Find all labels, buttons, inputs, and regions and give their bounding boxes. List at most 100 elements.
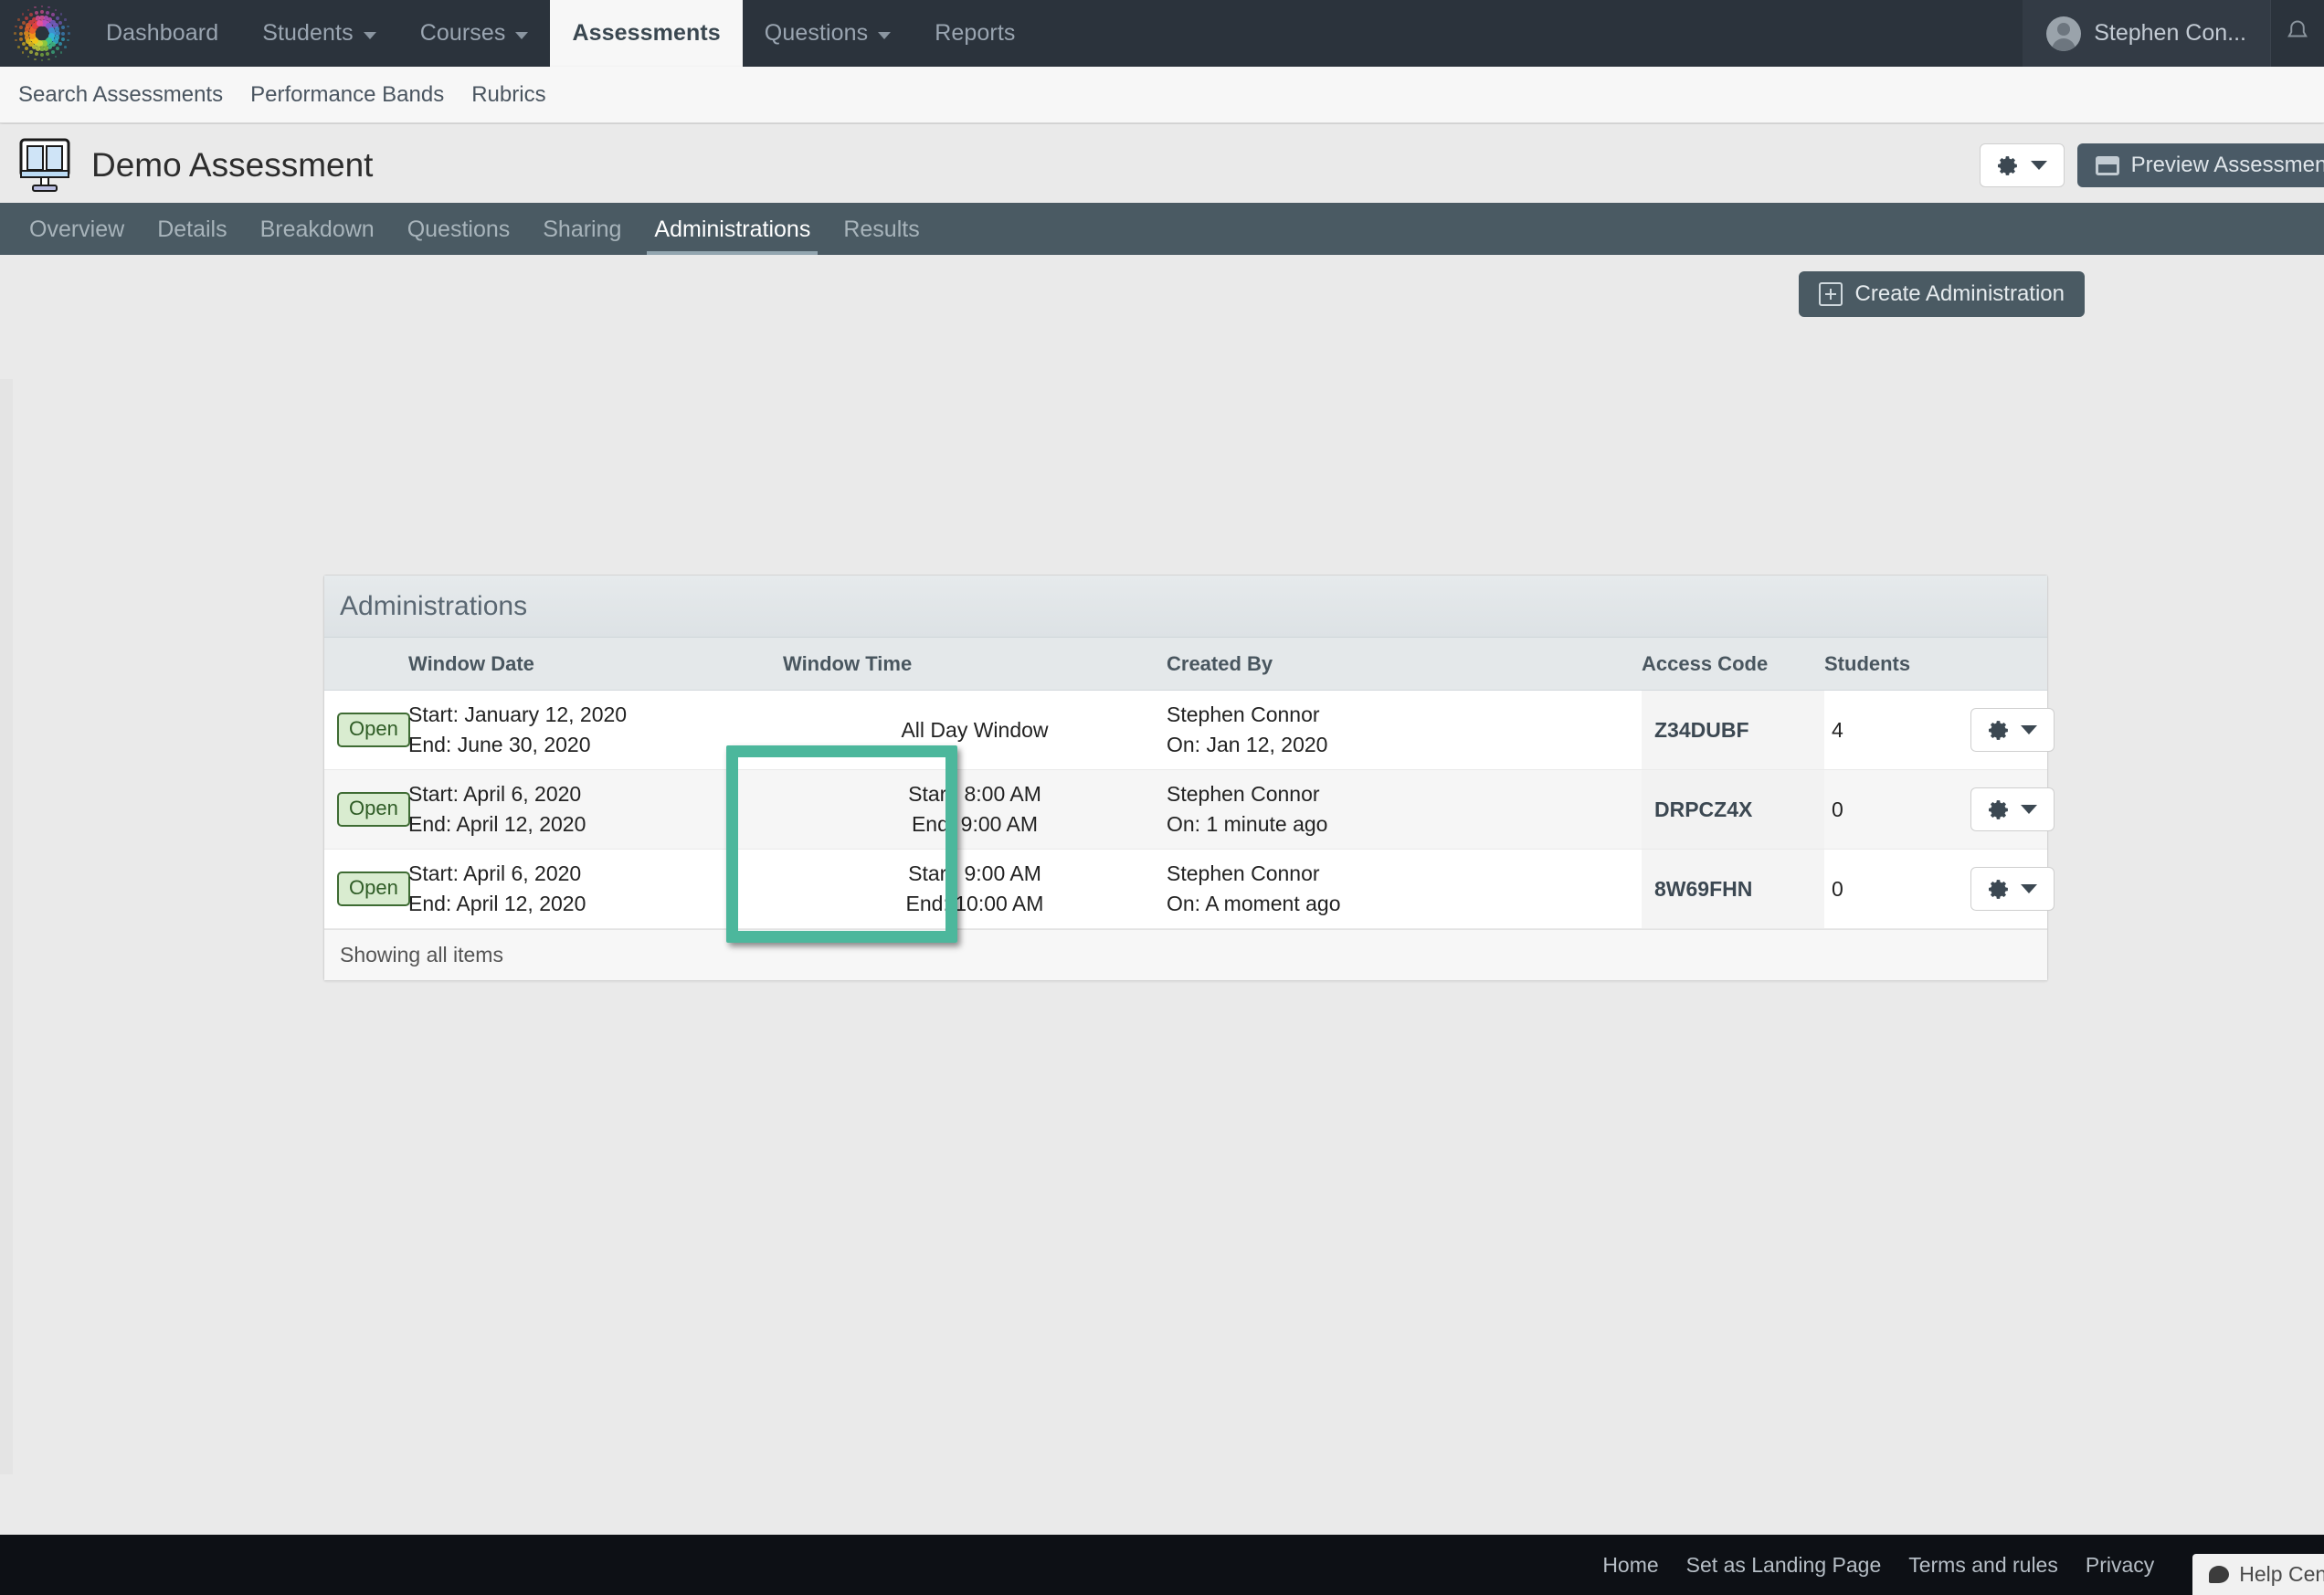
chevron-down-icon [363, 31, 376, 39]
table-header-row: Window Date Window Time Created By Acces… [324, 638, 2047, 691]
table-body: Open Start: January 12, 2020 End: June 30,… [324, 690, 2055, 929]
create-administration-button[interactable]: Create Administration [1798, 271, 2085, 317]
created-by-name: Stephen Connor [1167, 702, 1320, 727]
window-time-start: Start: 8:00 AM [908, 782, 1041, 807]
nav-item-label: Assessments [572, 20, 721, 46]
nav-item-label: Courses [419, 20, 506, 46]
window-date-start: Start: April 6, 2020 [408, 782, 582, 807]
column-created-by[interactable]: Created By [1167, 638, 1642, 691]
nav-item-courses[interactable]: Courses [398, 0, 551, 67]
table-header: Window Date Window Time Created By Acces… [324, 638, 2047, 691]
help-center-button[interactable]: Help Center [2192, 1554, 2324, 1595]
create-administration-label: Create Administration [1854, 281, 2065, 306]
cell-access-code: DRPCZ4X [1642, 769, 1824, 850]
table-row[interactable]: Open Start: April 6, 2020 End: April 12, 2… [324, 849, 2055, 929]
created-by-on: On: Jan 12, 2020 [1167, 733, 1328, 756]
administrations-table: Window Date Window Time Created By Acces… [324, 638, 2055, 929]
chevron-down-icon [2021, 805, 2037, 814]
created-by-on: On: A moment ago [1167, 892, 1341, 915]
gear-icon [1989, 879, 2008, 899]
chevron-down-icon [2021, 725, 2037, 734]
cell-created-by: Stephen Connor On: A moment ago [1167, 849, 1642, 929]
avatar [2046, 16, 2082, 51]
footer-link-privacy[interactable]: Privacy [2086, 1553, 2154, 1578]
chevron-down-icon [2030, 161, 2047, 170]
window-date-start: Start: April 6, 2020 [408, 861, 582, 886]
footer-link-terms-and-rules[interactable]: Terms and rules [1908, 1553, 2058, 1578]
brand-logo-link[interactable] [0, 0, 84, 67]
table-row[interactable]: Open Start: April 6, 2020 End: April 12, 2… [324, 769, 2055, 850]
preview-assessment-label: Preview Assessment [2130, 153, 2324, 177]
cell-created-by: Stephen Connor On: 1 minute ago [1167, 769, 1642, 850]
nav-item-students[interactable]: Students [240, 0, 397, 67]
chat-bubble-icon [2209, 1566, 2230, 1583]
subnav-item-rubrics[interactable]: Rubrics [471, 82, 545, 108]
administrations-panel: Administrations Window Date Window Time … [323, 575, 2055, 981]
subnav-item-search-assessments[interactable]: Search Assessments [18, 82, 223, 108]
cell-access-code: 8W69FHN [1642, 849, 1824, 929]
status-badge: Open [337, 792, 410, 827]
column-window-time[interactable]: Window Time [783, 638, 1167, 691]
cell-status: Open [324, 690, 410, 770]
page-footer: Home Set as Landing Page Terms and rules Pr… [0, 1535, 2324, 1595]
preview-assessment-button[interactable]: Preview Assessment [2076, 143, 2324, 187]
cell-window-time: Start: 8:00 AM End: 9:00 AM [783, 769, 1167, 850]
status-badge: Open [337, 871, 410, 906]
column-window-date[interactable]: Window Date [408, 638, 783, 691]
cell-window-time: All Day Window [783, 690, 1167, 770]
tab-details[interactable]: Details [141, 217, 243, 255]
cell-actions [1970, 690, 2055, 770]
top-navigation-bar: Dashboard Students Courses Assessments Quest… [0, 0, 2324, 67]
nav-item-dashboard[interactable]: Dashboard [84, 0, 240, 67]
tab-overview[interactable]: Overview [13, 217, 141, 255]
cell-students: 4 [1824, 690, 1970, 770]
page-title-bar: Demo Assessment Preview Assessment [0, 124, 2324, 206]
prism-logo-icon [14, 5, 70, 62]
cell-window-date: Start: April 6, 2020 End: April 12, 2020 [408, 769, 783, 850]
created-by-name: Stephen Connor [1167, 861, 1320, 886]
footer-link-set-as-landing-page[interactable]: Set as Landing Page [1686, 1553, 1882, 1578]
footer-link-home[interactable]: Home [1602, 1553, 1658, 1578]
assessment-document-icon [16, 136, 73, 195]
nav-item-questions[interactable]: Questions [743, 0, 913, 67]
cell-students: 0 [1824, 849, 1970, 929]
column-access-code[interactable]: Access Code [1642, 638, 1824, 691]
cell-window-time: Start: 9:00 AM End: 10:00 AM [783, 849, 1167, 929]
nav-item-label: Questions [764, 20, 869, 46]
assessment-settings-button[interactable] [1979, 143, 2065, 187]
column-students[interactable]: Students [1824, 638, 1970, 691]
window-time-start: Start: 9:00 AM [908, 861, 1041, 886]
top-nav-right: Stephen Con... [2023, 0, 2324, 67]
cell-access-code: Z34DUBF [1642, 690, 1824, 770]
window-date-end: End: April 12, 2020 [408, 892, 586, 915]
status-badge: Open [337, 713, 410, 747]
cell-status: Open [324, 769, 410, 850]
notification-bell-icon [2287, 19, 2308, 37]
main-content: Create Administration Administrations Wi… [0, 255, 2324, 1535]
tab-administrations[interactable]: Administrations [638, 217, 827, 255]
subnav-item-performance-bands[interactable]: Performance Bands [250, 82, 444, 108]
created-by-name: Stephen Connor [1167, 782, 1320, 807]
left-gutter [0, 379, 13, 1474]
page-title: Demo Assessment [91, 146, 374, 184]
nav-item-reports[interactable]: Reports [913, 0, 1037, 67]
notifications-button[interactable] [2270, 0, 2324, 67]
panel-title: Administrations [324, 576, 2047, 638]
row-actions-button[interactable] [1970, 708, 2055, 752]
window-time-end: End: 10:00 AM [905, 892, 1044, 915]
row-actions-button[interactable] [1970, 787, 2055, 831]
nav-item-assessments[interactable]: Assessments [550, 0, 743, 67]
help-center-label: Help Center [2239, 1562, 2324, 1586]
tab-questions[interactable]: Questions [391, 217, 527, 255]
gear-icon [1989, 720, 2008, 740]
user-menu[interactable]: Stephen Con... [2023, 0, 2270, 67]
user-name-label: Stephen Con... [2094, 20, 2246, 46]
row-actions-button[interactable] [1970, 867, 2055, 911]
tab-results[interactable]: Results [827, 217, 935, 255]
tab-sharing[interactable]: Sharing [526, 217, 638, 255]
table-row[interactable]: Open Start: January 12, 2020 End: June 30,… [324, 690, 2055, 770]
tab-breakdown[interactable]: Breakdown [244, 217, 391, 255]
window-date-start: Start: January 12, 2020 [408, 702, 628, 727]
title-bar-actions: Preview Assessment [1979, 143, 2324, 187]
column-status [324, 638, 408, 691]
